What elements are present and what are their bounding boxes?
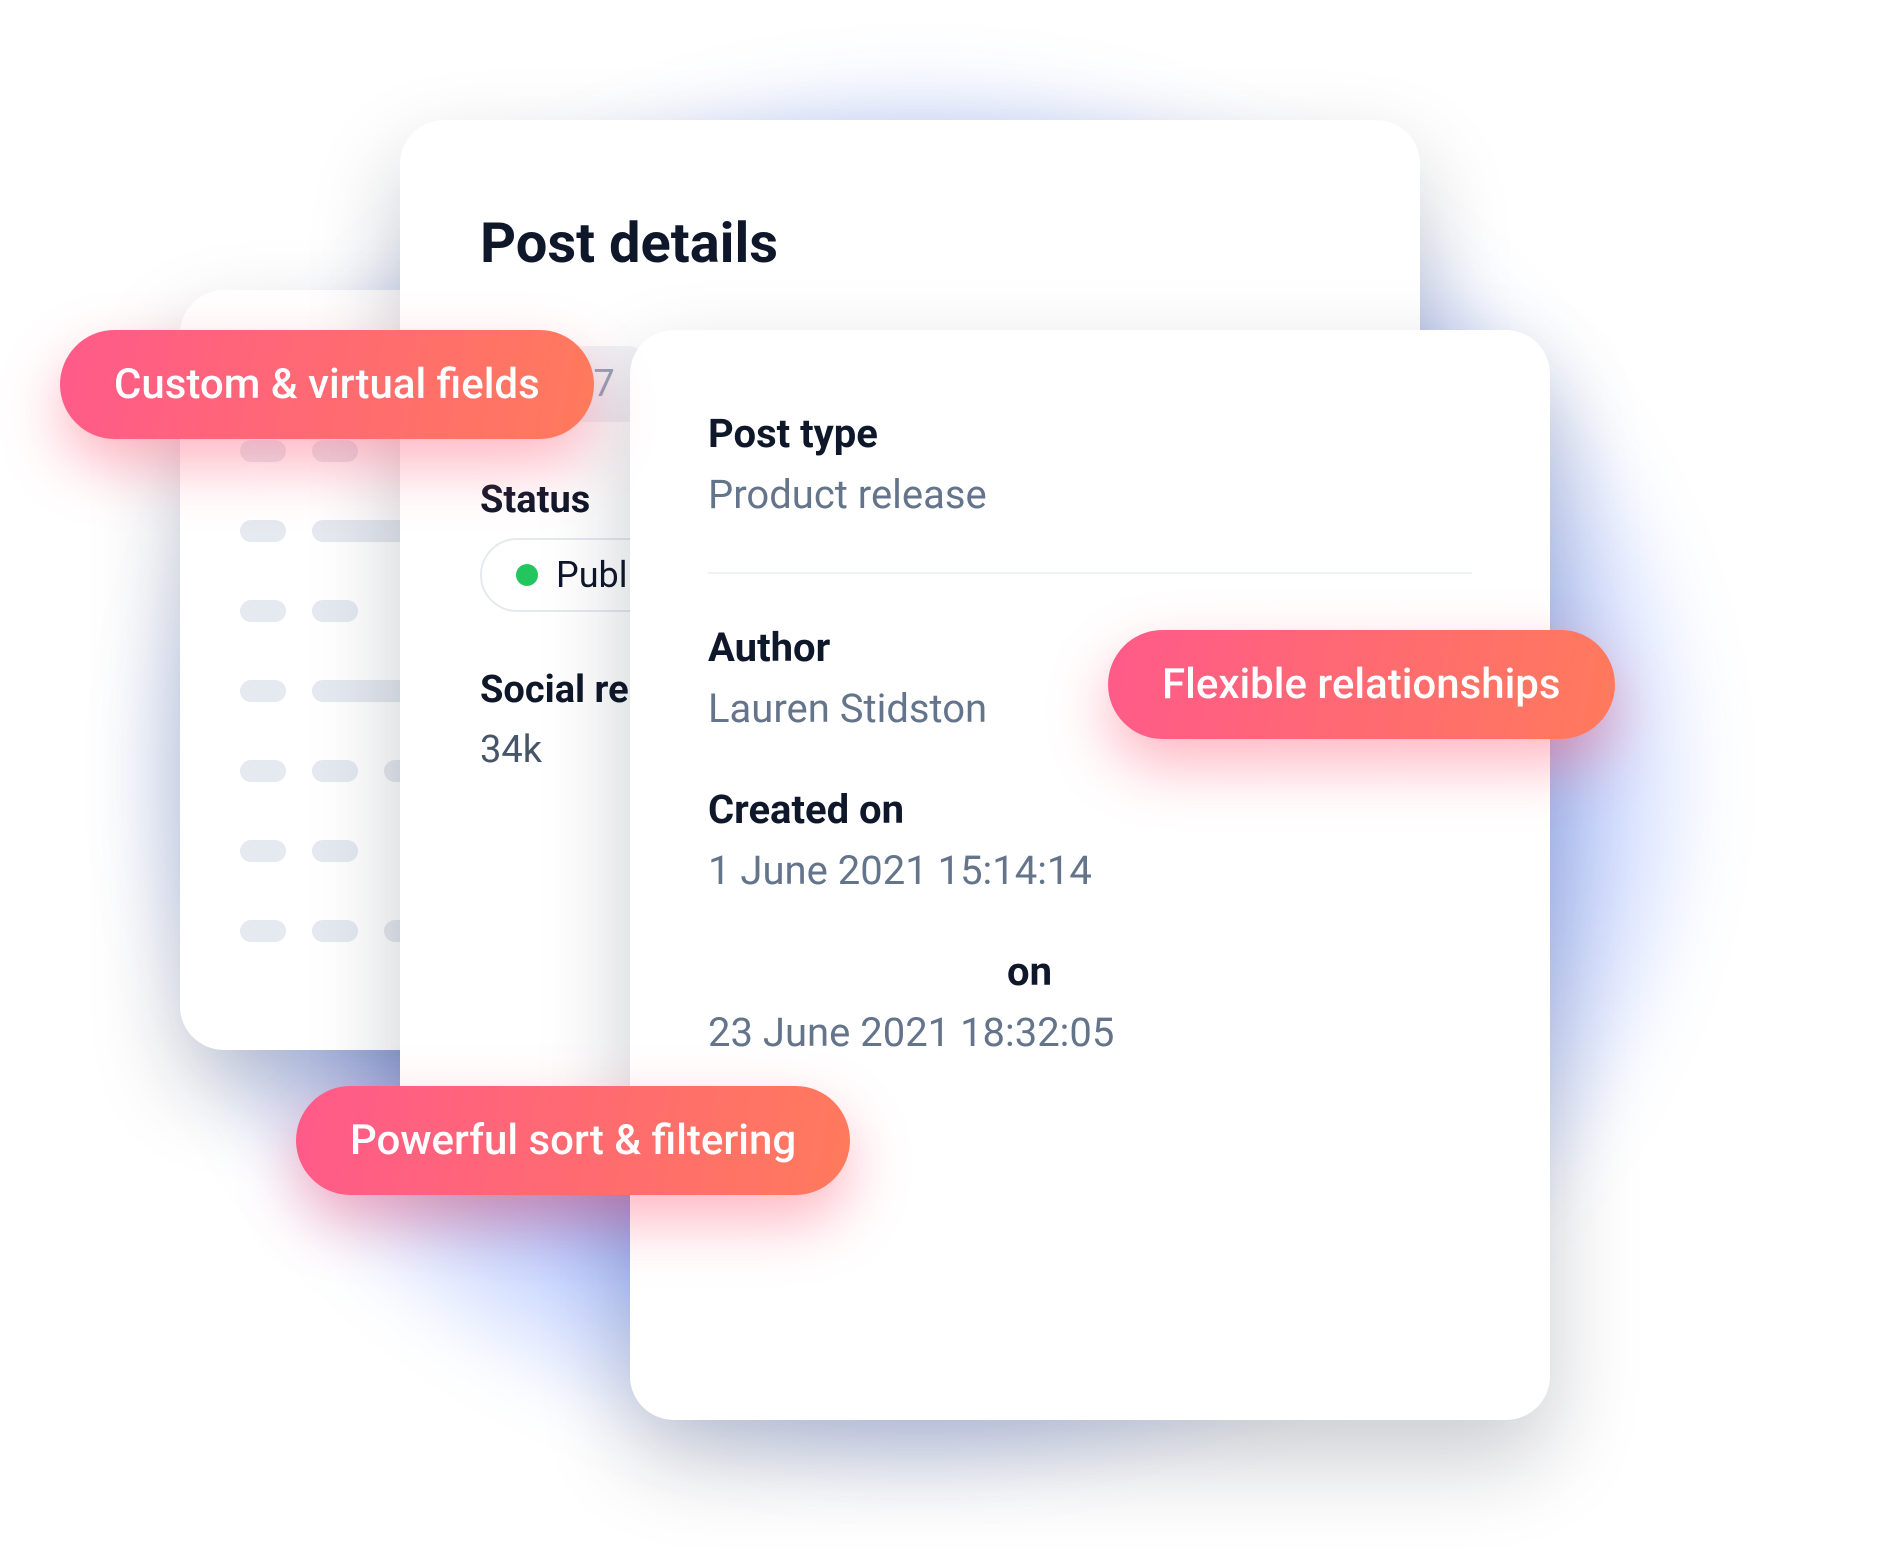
- post-meta-card: Post type Product release Author Lauren …: [630, 330, 1550, 1420]
- feature-pill-custom-fields[interactable]: Custom & virtual fields: [60, 330, 594, 439]
- created-on-value: 1 June 2021 15:14:14: [708, 847, 1472, 894]
- updated-on-value: 23 June 2021 18:32:05: [708, 1009, 1472, 1056]
- status-dot-icon: [516, 564, 538, 586]
- created-on-label: Created on: [708, 786, 1472, 833]
- divider: [708, 572, 1472, 574]
- feature-pill-flexible-relationships[interactable]: Flexible relationships: [1108, 630, 1615, 739]
- post-type-label: Post type: [708, 410, 1472, 457]
- updated-on-label-fragment: on: [708, 948, 1472, 995]
- card-title: Post details: [480, 210, 1340, 276]
- post-type-value: Product release: [708, 471, 1472, 518]
- feature-pill-sort-filtering[interactable]: Powerful sort & filtering: [296, 1086, 850, 1195]
